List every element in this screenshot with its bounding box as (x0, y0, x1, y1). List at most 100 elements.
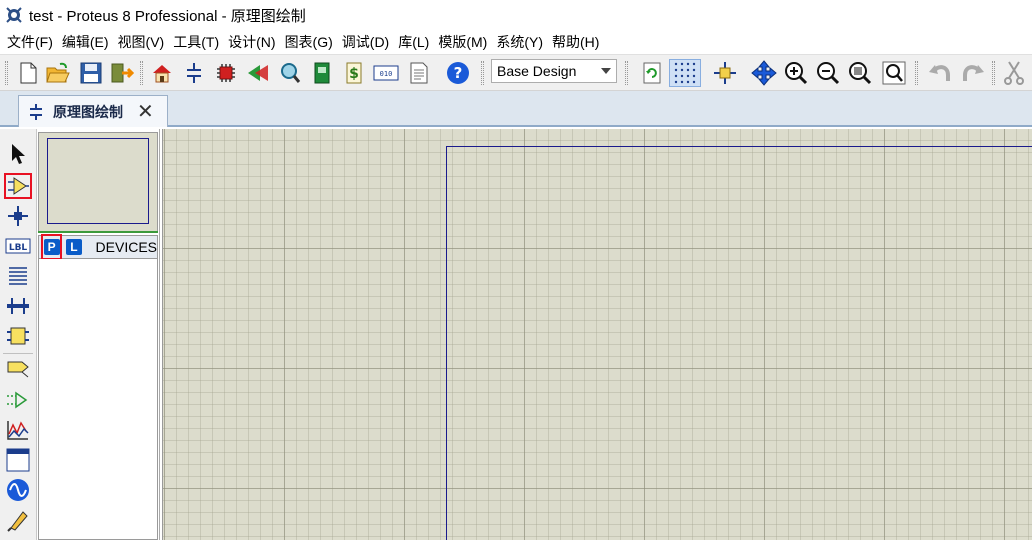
toolbar-divider (3, 353, 33, 354)
terminals-mode-button[interactable] (4, 357, 32, 383)
mode-toolbar: LBL (0, 129, 37, 540)
devices-title: DEVICES (95, 239, 157, 255)
tape-recorder-mode-button[interactable] (4, 447, 32, 473)
binary-code-icon: 010 (373, 65, 399, 81)
3d-viewer-icon (248, 65, 268, 81)
save-disk-icon (80, 62, 102, 84)
pcb-chip-icon (217, 64, 235, 82)
zoom-in-icon (785, 62, 808, 85)
window-title: test - Proteus 8 Professional - 原理图绘制 (29, 7, 306, 25)
sine-generator-icon (7, 479, 29, 501)
open-folder-icon (46, 62, 70, 83)
scissors-icon (1004, 61, 1024, 85)
text-script-mode-button[interactable] (4, 263, 32, 289)
component-mode-button[interactable] (4, 173, 32, 199)
project-notes-button[interactable] (405, 59, 433, 87)
device-pins-mode-button[interactable] (4, 387, 32, 413)
save-button[interactable] (77, 59, 105, 87)
home-icon (153, 65, 171, 83)
pick-devices-button-highlight[interactable]: P (41, 234, 63, 260)
toolbar-grip[interactable] (481, 61, 484, 85)
toolbar-grip[interactable] (140, 61, 143, 85)
side-panel: P L DEVICES (38, 129, 160, 540)
menu-debug[interactable]: 调试(D) (338, 30, 393, 54)
new-file-icon (20, 62, 37, 84)
device-list[interactable] (38, 259, 158, 540)
wire-label-mode-button[interactable]: LBL (4, 233, 32, 259)
toolbar-grip[interactable] (625, 61, 628, 85)
exit-door-icon (111, 63, 134, 83)
design-variant-select[interactable]: Base Design (491, 59, 617, 83)
schematic-icon (30, 103, 42, 120)
chevron-down-icon (601, 68, 611, 74)
new-file-button[interactable] (14, 59, 42, 87)
document-tab-strip: 原理图绘制 ✕ (0, 91, 1032, 127)
subcircuit-mode-button[interactable] (4, 323, 32, 349)
zoom-area-icon (882, 61, 906, 85)
tab-schematic-capture[interactable]: 原理图绘制 ✕ (18, 95, 168, 127)
menu-tools[interactable]: 工具(T) (169, 30, 223, 54)
library-manager-button[interactable]: L (66, 239, 82, 255)
generator-mode-button[interactable] (4, 477, 32, 503)
object-selector-header: P L DEVICES (38, 234, 158, 260)
menu-view[interactable]: 视图(V) (114, 30, 169, 54)
gerber-viewer-button[interactable] (276, 59, 304, 87)
zoom-in-button[interactable] (782, 59, 810, 87)
proteus-app-icon[interactable] (5, 6, 23, 24)
schematic-capture-button[interactable] (180, 59, 208, 87)
text-lines-icon (9, 267, 27, 285)
menu-graph[interactable]: 图表(G) (281, 30, 337, 54)
graph-icon (7, 421, 29, 440)
refresh-display-button[interactable] (638, 59, 666, 87)
zoom-to-fit-button[interactable] (846, 59, 874, 87)
bill-of-materials-button[interactable]: $ (340, 59, 368, 87)
undo-button[interactable] (926, 59, 954, 87)
probe-mode-button[interactable] (4, 507, 32, 533)
zoom-out-button[interactable] (814, 59, 842, 87)
redo-button[interactable] (959, 59, 987, 87)
menu-bar: 文件(F) 编辑(E) 视图(V) 工具(T) 设计(N) 图表(G) 调试(D… (0, 30, 1032, 54)
menu-template[interactable]: 模版(M) (434, 30, 491, 54)
schematic-canvas[interactable] (162, 129, 1032, 540)
design-explorer-icon (314, 62, 330, 84)
junction-dot-mode-button[interactable] (4, 203, 32, 229)
zoom-to-area-button[interactable] (880, 59, 908, 87)
pan-arrows-icon (751, 60, 777, 86)
toolbar-grip[interactable] (992, 61, 995, 85)
toggle-grid-button[interactable] (669, 59, 701, 87)
redo-icon (963, 65, 984, 81)
menu-file[interactable]: 文件(F) (3, 30, 57, 54)
component-triangle-icon (8, 177, 29, 195)
close-project-button[interactable] (108, 59, 136, 87)
design-variant-value: Base Design (497, 63, 577, 79)
menu-design[interactable]: 设计(N) (224, 30, 279, 54)
3d-viewer-button[interactable] (244, 59, 272, 87)
subcircuit-icon (7, 327, 29, 345)
bus-mode-button[interactable] (4, 293, 32, 319)
title-bar: test - Proteus 8 Professional - 原理图绘制 (0, 0, 1032, 30)
menu-edit[interactable]: 编辑(E) (58, 30, 113, 54)
pin-icon (7, 391, 28, 409)
graph-mode-button[interactable] (4, 417, 32, 443)
pick-devices-button[interactable]: P (43, 239, 60, 255)
pcb-layout-button[interactable] (212, 59, 240, 87)
overview-window[interactable] (38, 132, 158, 232)
svg-text:$: $ (349, 66, 359, 82)
toolbar-grip[interactable] (5, 61, 8, 85)
design-explorer-button[interactable] (308, 59, 336, 87)
open-file-button[interactable] (44, 59, 72, 87)
selection-mode-button[interactable] (4, 141, 32, 167)
help-question-icon: ? (447, 62, 469, 84)
menu-library[interactable]: 库(L) (394, 30, 433, 54)
menu-system[interactable]: 系统(Y) (492, 30, 547, 54)
toggle-origin-button[interactable] (711, 59, 739, 87)
toolbar-grip[interactable] (915, 61, 918, 85)
bus-icon (7, 298, 29, 314)
source-code-button[interactable]: 010 (372, 59, 400, 87)
cut-button[interactable] (1000, 59, 1028, 87)
help-button[interactable]: ? (444, 59, 472, 87)
menu-help[interactable]: 帮助(H) (548, 30, 603, 54)
home-page-button[interactable] (148, 59, 176, 87)
pan-button[interactable] (750, 59, 778, 87)
close-tab-icon[interactable]: ✕ (137, 102, 154, 122)
